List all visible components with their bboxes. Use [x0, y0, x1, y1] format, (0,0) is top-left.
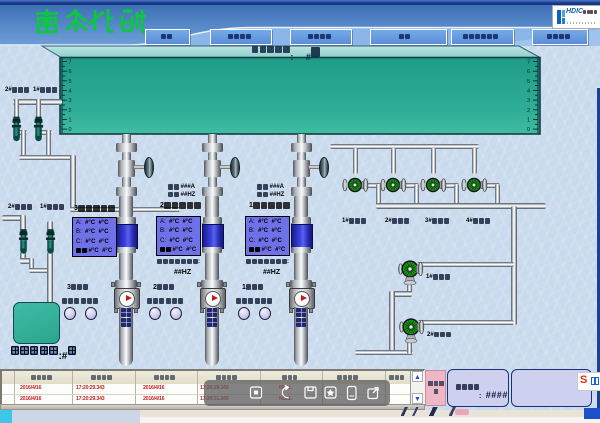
- svg-text:5: 5: [527, 79, 530, 85]
- svg-text:4: 4: [527, 89, 530, 95]
- svg-text:1: 1: [527, 117, 530, 123]
- svg-text:6: 6: [69, 69, 72, 75]
- svg-text:3: 3: [527, 98, 530, 104]
- svg-text:2: 2: [527, 108, 530, 114]
- svg-text:2: 2: [69, 108, 72, 114]
- svg-text:4: 4: [69, 89, 72, 95]
- svg-text:7: 7: [527, 60, 530, 66]
- svg-text:0: 0: [527, 127, 530, 133]
- svg-text:6: 6: [527, 69, 530, 75]
- svg-text:7: 7: [69, 60, 72, 66]
- svg-text:5: 5: [69, 79, 72, 85]
- svg-text:0: 0: [69, 127, 72, 133]
- svg-text:1: 1: [69, 117, 72, 123]
- svg-text:3: 3: [69, 98, 72, 104]
